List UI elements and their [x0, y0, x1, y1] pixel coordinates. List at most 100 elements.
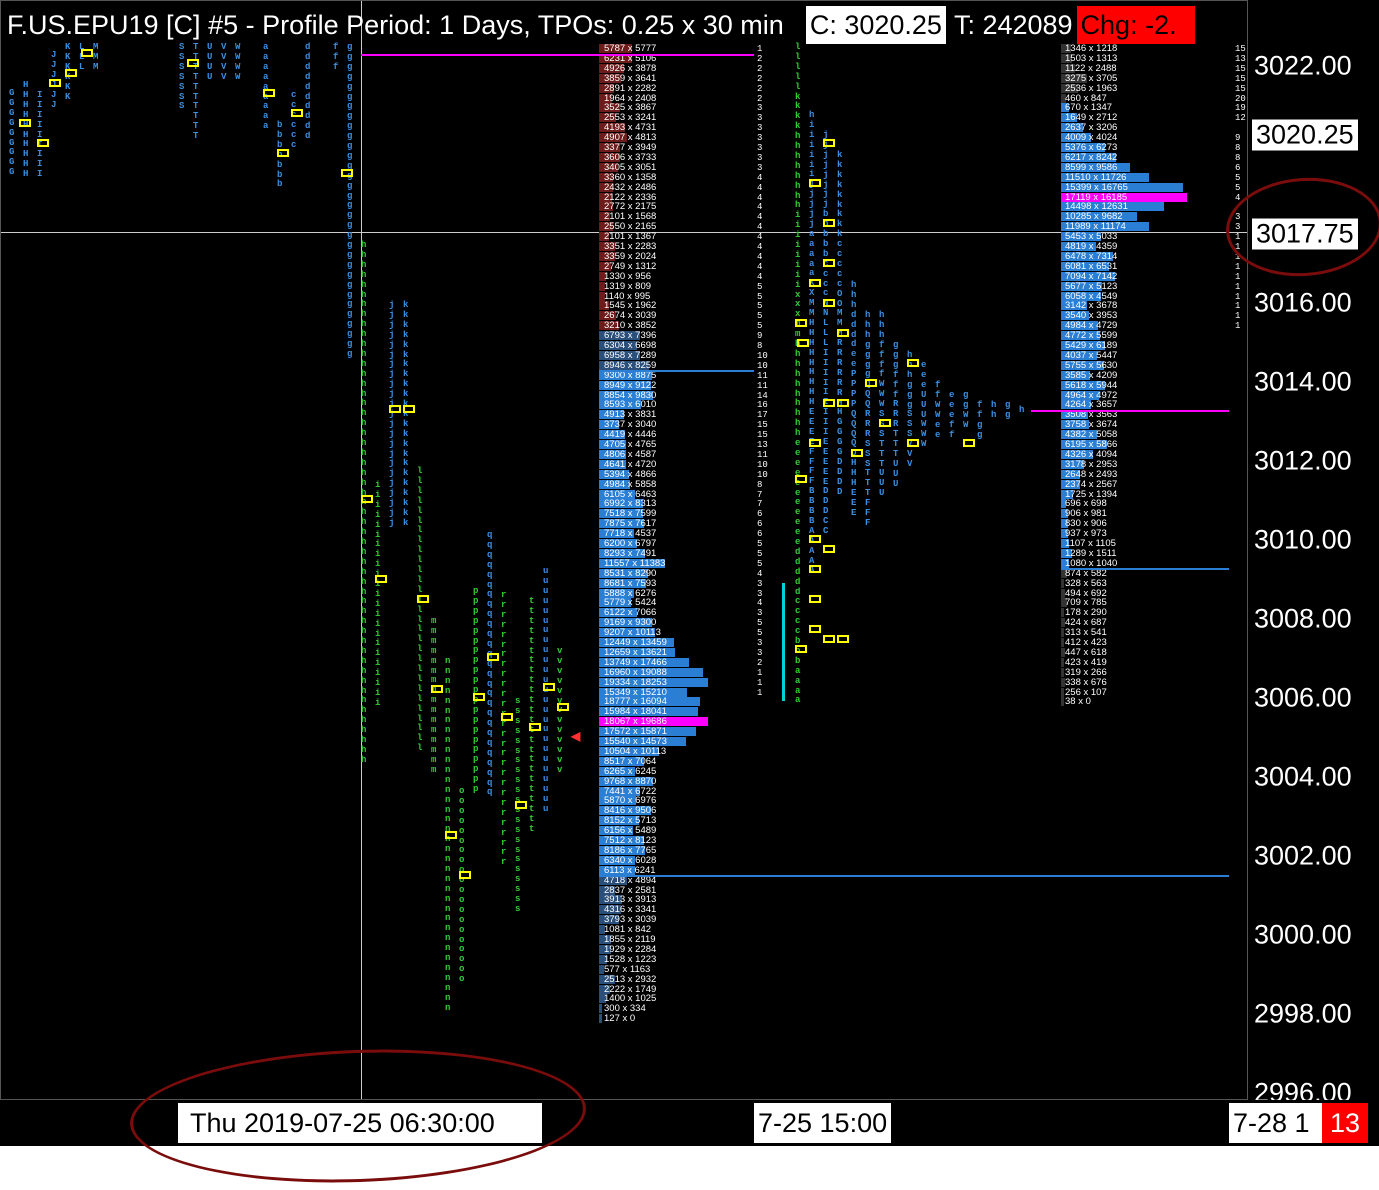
volume-text: 6058 x 4549 — [1065, 290, 1118, 302]
tpo-letter: g — [907, 379, 913, 390]
tpo-letter: W — [935, 409, 941, 420]
tpo-letter: v — [557, 764, 563, 775]
tpo-letter: P — [851, 379, 857, 389]
tpo-letter: d — [305, 61, 311, 72]
tpo-letter: h — [361, 655, 367, 666]
price-axis[interactable]: 3022.00 3020.25 3017.75 3016.00 3014.00 3012.… — [1248, 0, 1379, 1100]
tpo-letter: h — [361, 626, 367, 637]
tpo-letter: E — [823, 446, 829, 457]
volume-text: 15399 x 16765 — [1065, 181, 1128, 193]
tpo-letter: m — [431, 724, 437, 735]
tpo-letter: p — [473, 764, 479, 775]
tpo-letter: i — [795, 279, 801, 290]
volume-text: 8293 x 7491 — [604, 547, 657, 559]
tpo-letter: U — [879, 488, 885, 499]
tpo-letter: g — [347, 319, 353, 330]
tpo-letter: l — [417, 525, 423, 536]
tpo-letter: H — [809, 317, 815, 328]
tpo-letter: H — [23, 89, 29, 100]
tpo-letter: I — [823, 367, 829, 378]
tpo-count: 4 — [757, 202, 763, 213]
volume-text: 3758 x 3674 — [1065, 419, 1118, 431]
tpo-letter: L — [79, 61, 85, 72]
volume-text: 3793 x 3039 — [604, 914, 657, 926]
tpo-letter: q — [487, 737, 493, 748]
tpo-letter: i — [809, 159, 815, 170]
tpo-letter: h — [361, 566, 367, 577]
tpo-letter: R — [837, 387, 843, 398]
tpo-letter: Q — [865, 389, 871, 400]
tpo-letter: c — [837, 268, 843, 279]
tpo-count: 5 — [1235, 182, 1241, 193]
tpo-count: 2 — [757, 53, 763, 64]
volume-text: 1319 x 809 — [604, 280, 652, 292]
tpo-letter: k — [403, 448, 409, 459]
volume-text: 2891 x 2282 — [604, 82, 657, 94]
tpo-count: 17 — [757, 410, 768, 421]
tpo-letter: g — [347, 150, 353, 161]
tpo-letter: h — [865, 329, 871, 340]
volume-text: 256 x 107 — [1065, 686, 1107, 698]
volume-text: 2837 x 2581 — [604, 884, 657, 896]
tpo-letter: f — [879, 359, 885, 370]
poc-line-prior — [361, 54, 754, 56]
tpo-letter: L — [823, 328, 829, 338]
tpo-marker — [459, 871, 471, 879]
tpo-letter: p — [473, 635, 479, 646]
tpo-letter: b — [277, 129, 283, 140]
tpo-count: 5 — [757, 321, 763, 332]
tpo-letter: T — [893, 429, 899, 440]
tpo-letter: K — [65, 91, 71, 102]
tpo-marker — [501, 713, 513, 721]
tpo-letter: n — [445, 774, 451, 785]
tpo-letter: f — [949, 419, 955, 430]
tpo-letter: h — [361, 645, 367, 656]
tpo-count: 4 — [757, 182, 763, 193]
tpo-letter: k — [403, 349, 409, 360]
tpo-letter: r — [501, 619, 507, 630]
tpo-letter: e — [935, 429, 941, 440]
tpo-letter: g — [865, 339, 871, 350]
tpo-letter: c — [837, 249, 843, 259]
tpo-letter: h — [361, 695, 367, 706]
tpo-marker — [529, 723, 541, 731]
tpo-letter: S — [179, 61, 185, 72]
tpo-letter: U — [921, 409, 927, 420]
volume-text: 874 x 582 — [1065, 567, 1107, 579]
tpo-letter: u — [543, 635, 549, 646]
tpo-letter: T — [193, 111, 199, 122]
tpo-letter: r — [501, 738, 507, 749]
tpo-letter: T — [879, 458, 885, 469]
volume-text: 7875 x 7617 — [604, 518, 657, 530]
volume-text: 2536 x 1963 — [1065, 82, 1118, 94]
volume-text: 6340 x 6028 — [604, 854, 657, 866]
price-tick: 3006.00 — [1254, 682, 1352, 713]
volume-text: 5453 x 5033 — [1065, 231, 1118, 243]
volume-text: 3913 x 3913 — [604, 894, 657, 906]
tpo-letter: q — [487, 787, 493, 798]
chart-area[interactable]: F.US.EPU19 [C] #5 - Profile Period: 1 Da… — [0, 0, 1248, 1100]
volume-bar — [1061, 578, 1065, 588]
tpo-marker — [797, 339, 809, 347]
tpo-letter: F — [809, 466, 815, 477]
tpo-letter: g — [893, 359, 899, 370]
tpo-letter: c — [291, 129, 297, 140]
tpo-letter: n — [445, 794, 451, 805]
tpo-letter: b — [823, 209, 829, 220]
tpo-letter: c — [837, 239, 843, 250]
tpo-marker — [515, 801, 527, 809]
tpo-letter: p — [473, 675, 479, 686]
tpo-letter: K — [65, 51, 71, 62]
tpo-letter: m — [431, 695, 437, 706]
tpo-count: 19 — [1235, 103, 1246, 114]
tpo-marker — [823, 299, 835, 307]
tpo-letter: j — [389, 498, 395, 508]
chart-title-bar: F.US.EPU19 [C] #5 - Profile Period: 1 Da… — [1, 1, 1195, 49]
tpo-letter: I — [37, 109, 43, 120]
tpo-letter: i — [795, 220, 801, 231]
tpo-letter: D — [837, 466, 843, 477]
tpo-letter: R — [837, 377, 843, 388]
tpo-letter: t — [529, 615, 535, 626]
volume-text: 2674 x 3039 — [604, 310, 657, 322]
tpo-marker — [809, 595, 821, 603]
